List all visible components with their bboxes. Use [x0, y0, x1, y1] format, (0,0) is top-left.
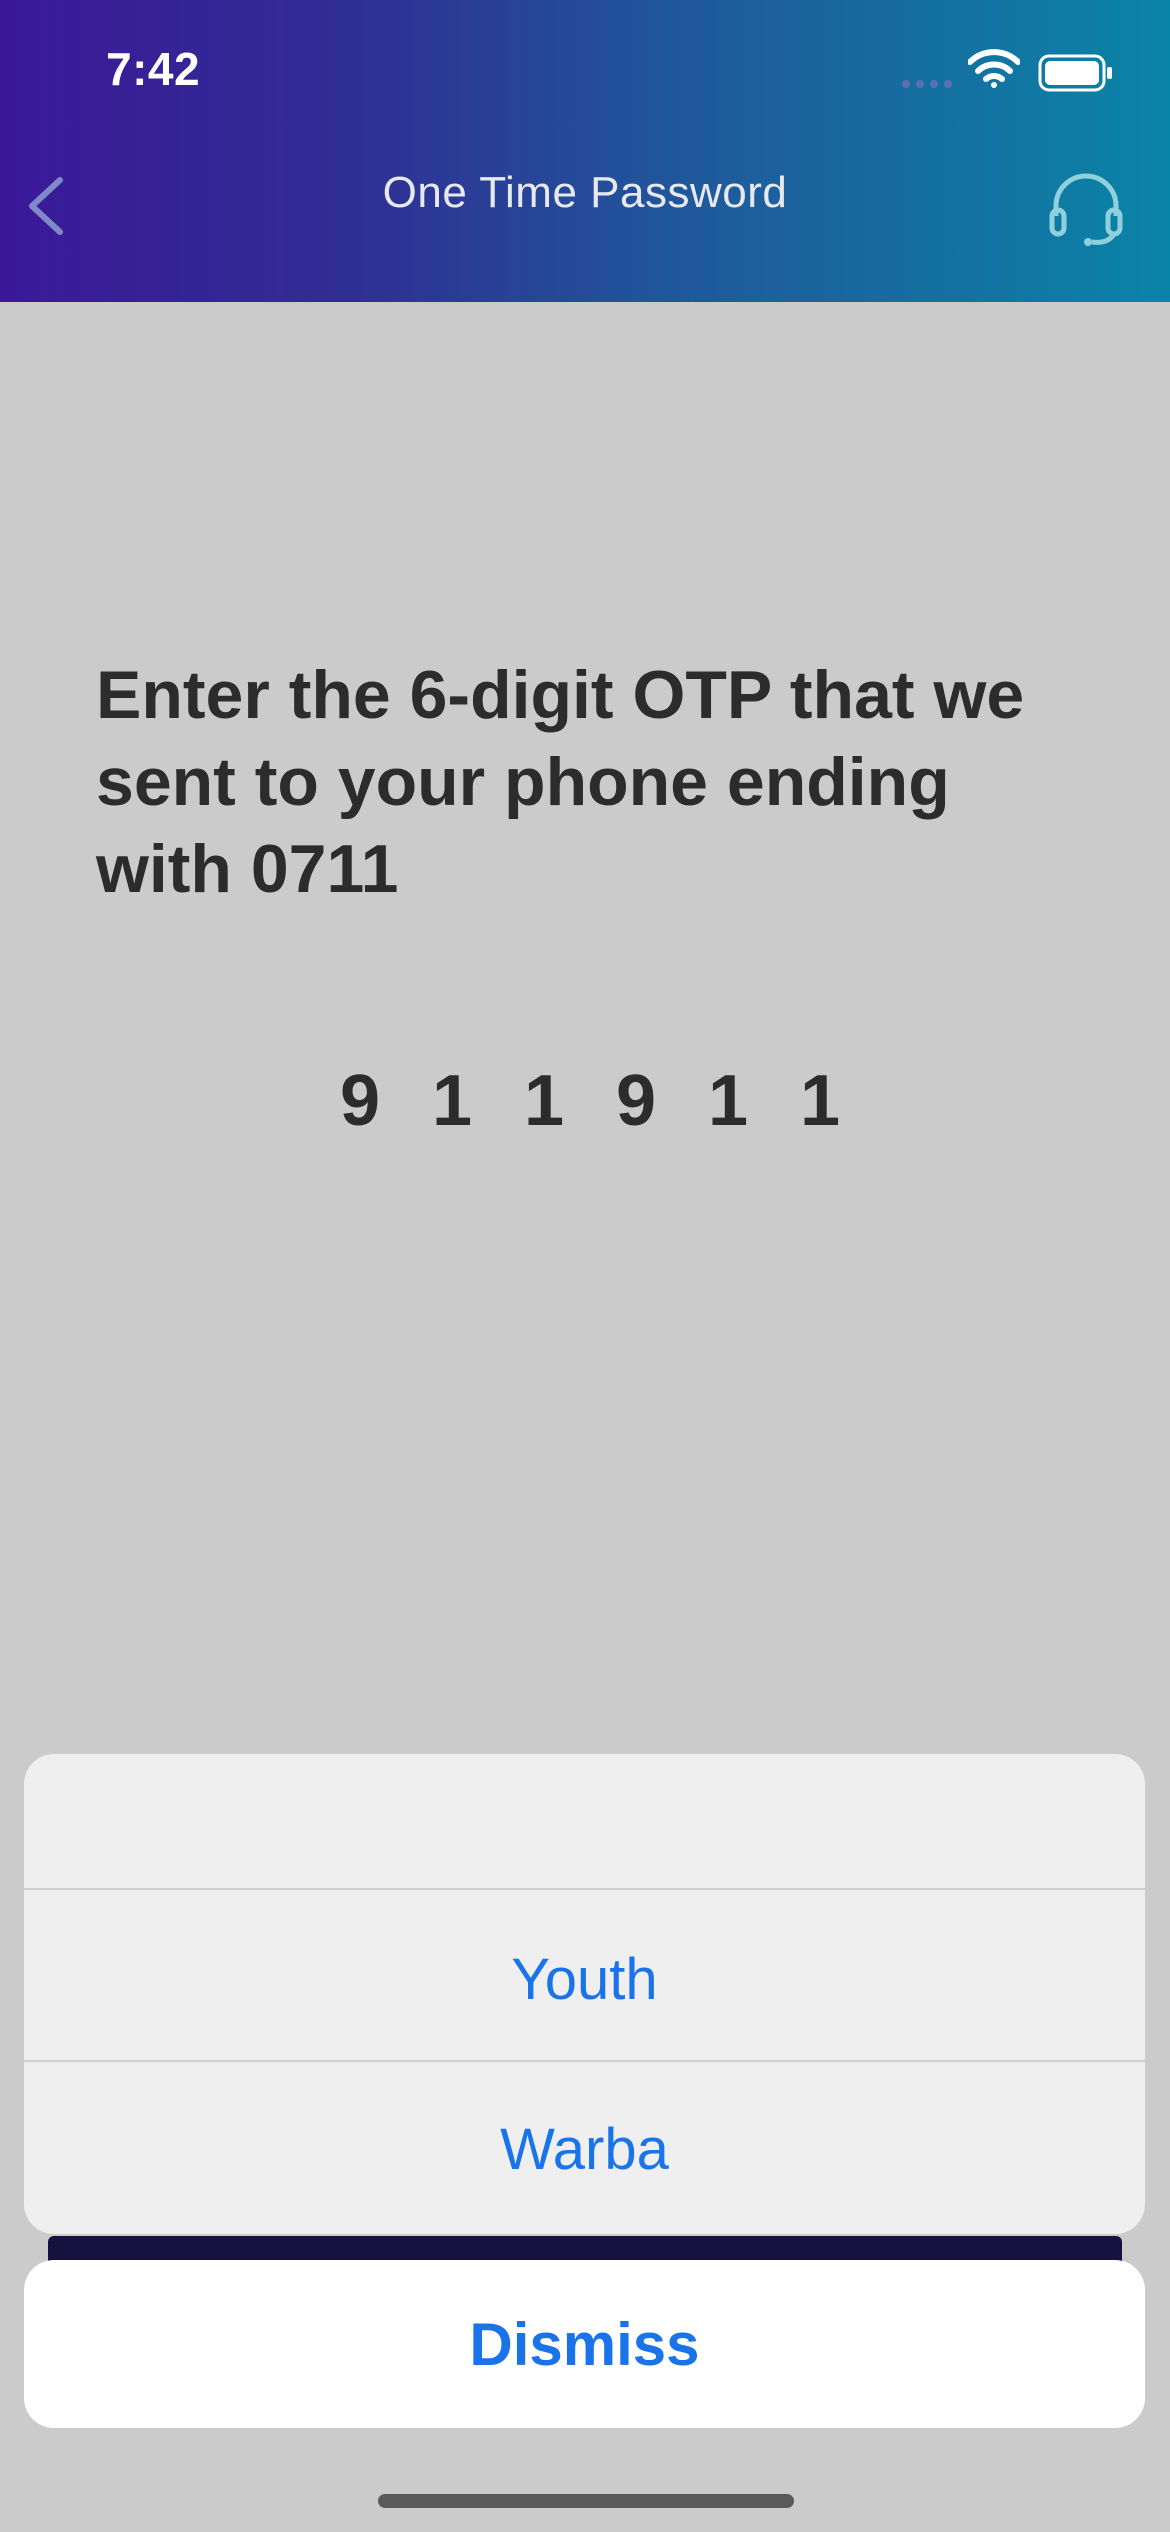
divider [24, 2060, 1145, 2062]
dismiss-button[interactable]: Dismiss [24, 2260, 1145, 2428]
otp-digit[interactable]: 9 [330, 1060, 390, 1142]
status-time: 7:42 [106, 43, 201, 95]
page-title: One Time Password [382, 168, 788, 217]
otp-digit[interactable]: 1 [422, 1060, 482, 1142]
battery-icon [1038, 54, 1112, 92]
cellular-signal-icon [902, 80, 952, 88]
divider [24, 1888, 1145, 1890]
otp-digit[interactable]: 1 [514, 1060, 574, 1142]
wifi-icon [968, 49, 1020, 88]
otp-instructions: Enter the 6-digit OTP that we sent to yo… [96, 657, 1025, 907]
otp-digit[interactable]: 1 [698, 1060, 758, 1142]
header-bar: 7:42 One Time Password [0, 0, 1170, 302]
action-sheet: Youth Warba [24, 1754, 1145, 2234]
home-indicator[interactable] [378, 2494, 794, 2508]
otp-input[interactable]: 9 1 1 9 1 1 [330, 1060, 850, 1142]
headset-icon[interactable] [1046, 170, 1126, 246]
option-warba[interactable]: Warba [24, 2116, 1145, 2183]
option-youth[interactable]: Youth [24, 1946, 1145, 2013]
otp-digit[interactable]: 1 [790, 1060, 850, 1142]
otp-digit[interactable]: 9 [606, 1060, 666, 1142]
